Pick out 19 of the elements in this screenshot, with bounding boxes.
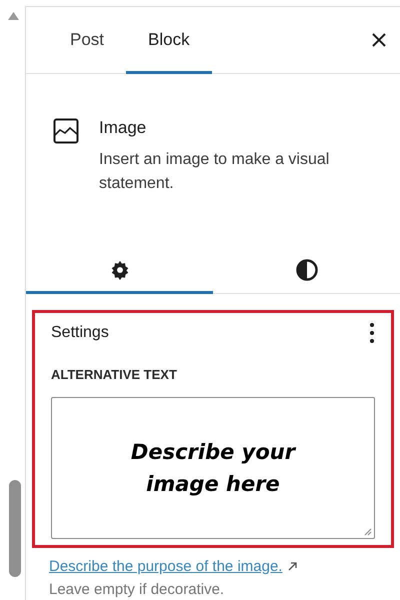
help-link[interactable]: Describe the purpose of the image. bbox=[49, 556, 282, 578]
half-circle-icon bbox=[296, 259, 318, 282]
field-label: ALTERNATIVE TEXT bbox=[51, 366, 178, 384]
alt-text-field[interactable]: Describe your image here bbox=[51, 396, 375, 538]
close-icon[interactable] bbox=[372, 33, 386, 47]
tab[interactable]: Block bbox=[126, 6, 212, 74]
settings-title: Settings bbox=[51, 323, 109, 343]
scroll-up-icon[interactable] bbox=[8, 12, 19, 20]
image-icon bbox=[53, 118, 79, 144]
block-title: Image bbox=[99, 118, 148, 138]
help-text: Leave empty if decorative. bbox=[49, 580, 226, 600]
tab[interactable]: Post bbox=[48, 6, 126, 74]
more-options-icon[interactable] bbox=[369, 322, 375, 344]
gear-icon bbox=[108, 259, 130, 282]
block-description: Insert an image to make a visual statement. bbox=[99, 150, 330, 194]
resize-handle-icon[interactable] bbox=[364, 528, 372, 536]
scrollbar-thumb[interactable] bbox=[9, 480, 21, 577]
annotation-text: Describe your image here bbox=[130, 438, 298, 498]
external-link-icon bbox=[288, 562, 298, 572]
